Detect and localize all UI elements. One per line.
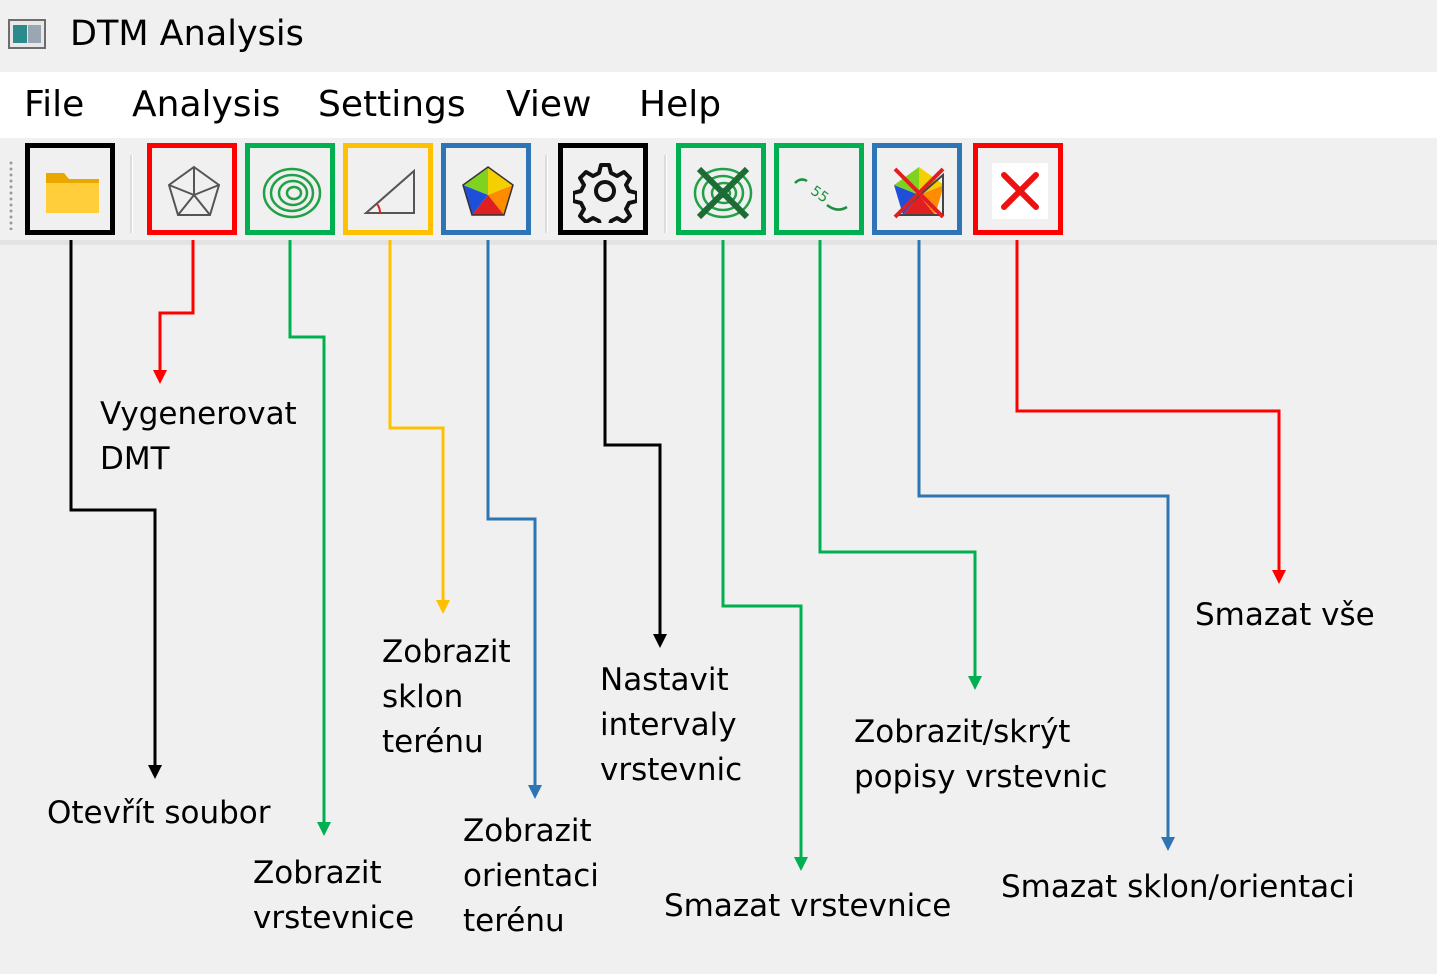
label-contour-labels: Zobrazit/skrýt popisy vrstevnic bbox=[854, 714, 1108, 795]
arrow-clear-all bbox=[1015, 240, 1281, 570]
arrow-set-intervals bbox=[603, 240, 662, 634]
label-generate-dmt: Vygenerovat DMT bbox=[100, 396, 297, 477]
label-show-orientation: Zobrazit orientaci terénu bbox=[463, 813, 599, 939]
label-show-slope: Zobrazit sklon terénu bbox=[382, 634, 511, 760]
label-delete-slope-orientation: Smazat sklon/orientaci bbox=[1001, 869, 1355, 905]
label-set-intervals: Nastavit intervaly vrstevnic bbox=[600, 662, 743, 788]
arrow-show-slope bbox=[388, 240, 445, 600]
label-delete-contours: Smazat vrstevnice bbox=[664, 888, 952, 924]
arrow-open-file bbox=[69, 240, 157, 765]
label-show-contours: Zobrazit vrstevnice bbox=[253, 855, 415, 936]
arrow-show-contours bbox=[288, 240, 326, 822]
label-clear-all: Smazat vše bbox=[1195, 597, 1375, 633]
arrow-contour-labels bbox=[818, 240, 977, 676]
label-open-file: Otevřít soubor bbox=[47, 795, 271, 831]
arrow-generate-dmt bbox=[158, 240, 195, 370]
